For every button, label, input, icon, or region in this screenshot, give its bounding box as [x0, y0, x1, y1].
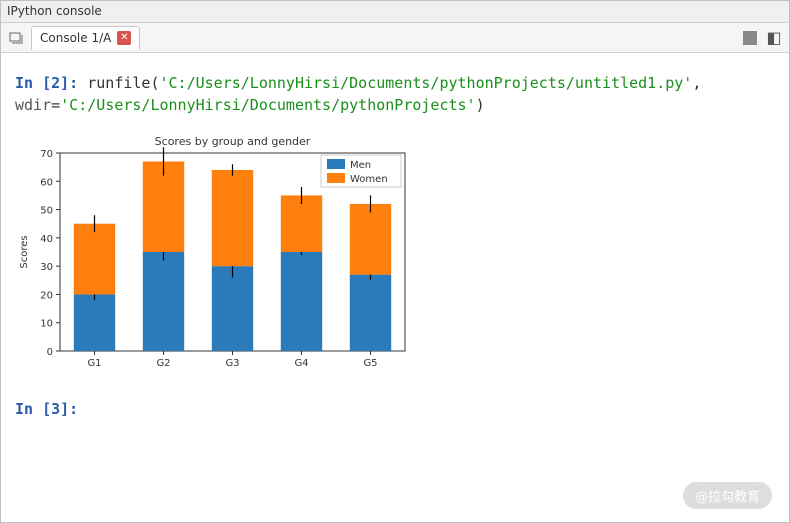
matplotlib-figure: 0 10 20 30 40 50 60 70 Scores G1 G2 G3 G4 G5 Scores by…: [15, 131, 775, 381]
svg-text:G3: G3: [225, 358, 239, 369]
svg-text:20: 20: [40, 290, 53, 301]
console-tab[interactable]: Console 1/A ✕: [31, 26, 140, 50]
svg-text:G2: G2: [156, 358, 170, 369]
ipython-console-pane: IPython console Console 1/A ✕ ◧ In [2]: …: [0, 0, 790, 523]
new-console-icon[interactable]: [7, 29, 25, 47]
svg-text:Men: Men: [350, 160, 371, 171]
stop-kernel-button[interactable]: [741, 29, 759, 47]
svg-text:Scores by group and gender: Scores by group and gender: [155, 135, 311, 148]
console-tab-label: Console 1/A: [40, 31, 111, 45]
svg-text:0: 0: [47, 347, 53, 358]
prompt-in-2: In [2]:: [15, 74, 78, 92]
input-line-2: In [2]: runfile('C:/Users/LonnyHirsi/Doc…: [15, 73, 775, 117]
console-tabbar: Console 1/A ✕ ◧: [1, 23, 789, 53]
close-tab-icon[interactable]: ✕: [117, 31, 131, 45]
clear-console-button[interactable]: ◧: [765, 29, 783, 47]
svg-text:50: 50: [40, 205, 53, 216]
svg-text:Scores: Scores: [19, 235, 30, 268]
watermark: @拉勾教育: [683, 482, 772, 509]
prompt-in-3: In [3]:: [15, 400, 78, 418]
svg-text:Women: Women: [350, 174, 388, 185]
svg-text:40: 40: [40, 233, 53, 244]
runfile-call: runfile('C:/Users/LonnyHirsi/Documents/p…: [15, 74, 710, 114]
svg-text:70: 70: [40, 149, 53, 160]
input-line-3: In [3]:: [15, 399, 775, 421]
pane-title: IPython console: [1, 1, 789, 23]
svg-text:10: 10: [40, 318, 53, 329]
svg-text:G5: G5: [363, 358, 377, 369]
svg-text:30: 30: [40, 262, 53, 273]
svg-text:G4: G4: [294, 358, 308, 369]
svg-text:G1: G1: [87, 358, 101, 369]
svg-text:60: 60: [40, 177, 53, 188]
console-output[interactable]: In [2]: runfile('C:/Users/LonnyHirsi/Doc…: [1, 53, 789, 522]
